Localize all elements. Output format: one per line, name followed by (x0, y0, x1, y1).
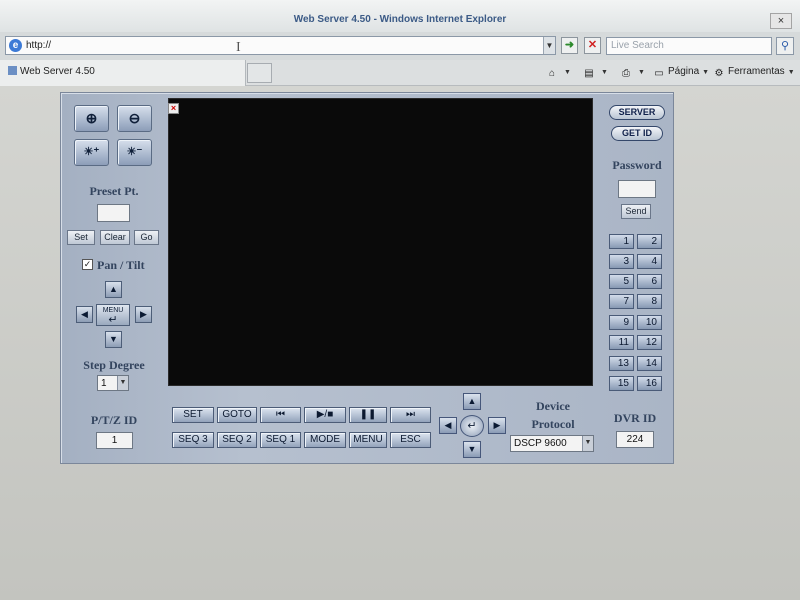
ctrl-play-stop-button[interactable]: ▶/■ (304, 407, 346, 423)
get-id-button[interactable]: GET ID (611, 126, 663, 141)
step-degree-label: Step Degree (83, 358, 145, 372)
video-close-icon[interactable]: × (168, 103, 179, 114)
channel-12-button[interactable]: 12 (637, 335, 662, 350)
preset-set-button[interactable]: Set (67, 230, 95, 245)
ctrl-set-button[interactable]: SET (172, 407, 214, 423)
ctrl-goto-button[interactable]: GOTO (217, 407, 257, 423)
channel-7-button[interactable]: 7 (609, 294, 634, 309)
brightness-up-button[interactable]: ☀⁺ (74, 139, 109, 166)
go-button[interactable]: ➜ (561, 37, 578, 54)
ptz-id-label: P/T/Z ID (90, 413, 138, 427)
channel-3-button[interactable]: 3 (609, 254, 634, 269)
home-button[interactable]: ⌂ ▼ (546, 66, 571, 80)
channel-14-button[interactable]: 14 (637, 356, 662, 371)
pan-right-button[interactable]: ▶ (135, 306, 152, 323)
pan-down-button[interactable]: ▼ (105, 331, 122, 348)
channel-16-button[interactable]: 16 (637, 376, 662, 391)
channel-4-button[interactable]: 4 (637, 254, 662, 269)
page-menu-label: Página (668, 66, 700, 77)
rss-icon: ▤ (584, 68, 594, 79)
page-favicon-icon (8, 66, 17, 75)
channel-11-button[interactable]: 11 (609, 335, 634, 350)
dpad-up-button[interactable]: ▲ (463, 393, 481, 410)
channel-6-button[interactable]: 6 (637, 274, 662, 289)
brightness-down-button[interactable]: ☀⁻ (117, 139, 152, 166)
enter-icon: ↵ (108, 314, 118, 326)
ctrl-fast-forward-button[interactable]: ⏭ (390, 407, 431, 423)
tab-label: Web Server 4.50 (20, 66, 95, 77)
ie-page-icon: e (9, 39, 22, 52)
ctrl-rewind-button[interactable]: ⏮ (260, 407, 301, 423)
channel-13-button[interactable]: 13 (609, 356, 634, 371)
ctrl-menu-button[interactable]: MENU (349, 432, 387, 448)
preset-input[interactable] (97, 204, 130, 222)
channel-2-button[interactable]: 2 (637, 234, 662, 249)
protocol-select[interactable]: DSCP 9600 ▼ (510, 435, 594, 452)
pan-menu-enter-button[interactable]: MENU ↵ (96, 304, 130, 326)
dpad-down-button[interactable]: ▼ (463, 441, 481, 458)
channel-9-button[interactable]: 9 (609, 315, 634, 330)
text-cursor-icon: I (236, 40, 241, 55)
print-button[interactable]: ⎙ ▼ (620, 66, 645, 80)
server-button[interactable]: SERVER (609, 105, 665, 120)
stop-button[interactable]: ✕ (584, 37, 601, 54)
ctrl-pause-button[interactable]: ❚❚ (349, 407, 387, 423)
dpad-enter-button[interactable]: ↵ (460, 415, 484, 437)
preset-clear-button[interactable]: Clear (100, 230, 130, 245)
chevron-down-icon: ▼ (117, 376, 128, 390)
pan-tilt-label: Pan / Tilt (97, 258, 145, 272)
ctrl-esc-button[interactable]: ESC (390, 432, 431, 448)
channel-1-button[interactable]: 1 (609, 234, 634, 249)
ptz-id-input[interactable]: 1 (96, 432, 133, 449)
page-menu[interactable]: ▭ Página ▼ (653, 66, 709, 80)
pan-tilt-checkbox[interactable]: ✓ (82, 259, 93, 270)
send-button[interactable]: Send (621, 204, 651, 219)
preset-go-button[interactable]: Go (134, 230, 159, 245)
pan-left-button[interactable]: ◀ (76, 306, 93, 323)
protocol-label: Protocol (531, 417, 575, 431)
zoom-out-button[interactable]: ⊖ (117, 105, 152, 132)
preset-label: Preset Pt. (89, 184, 139, 198)
address-url[interactable]: http:// (26, 40, 51, 51)
new-tab-button[interactable] (247, 63, 272, 83)
tools-menu-label: Ferramentas (728, 66, 785, 77)
window-titlebar: Web Server 4.50 - Windows Internet Explo… (0, 0, 800, 32)
channel-5-button[interactable]: 5 (609, 274, 634, 289)
device-label: Device (536, 399, 570, 413)
channel-8-button[interactable]: 8 (637, 294, 662, 309)
address-bar[interactable]: e http:// ▼ (5, 36, 556, 55)
ctrl-seq1-button[interactable]: SEQ 1 (260, 432, 301, 448)
step-degree-value: 1 (101, 378, 107, 389)
ctrl-seq3-button[interactable]: SEQ 3 (172, 432, 214, 448)
tab-web-server[interactable]: Web Server 4.50 (0, 60, 246, 86)
ctrl-seq2-button[interactable]: SEQ 2 (217, 432, 257, 448)
password-input[interactable] (618, 180, 656, 198)
tools-menu[interactable]: ⚙ Ferramentas ▼ (713, 66, 795, 80)
home-icon: ⌂ (548, 68, 556, 79)
video-display (168, 98, 593, 386)
password-label: Password (612, 158, 662, 172)
window-close-button[interactable]: × (770, 13, 792, 29)
dpad-right-button[interactable]: ▶ (488, 417, 506, 434)
dvr-id-label: DVR ID (613, 411, 657, 425)
print-icon: ⎙ (622, 68, 630, 79)
zoom-in-button[interactable]: ⊕ (74, 105, 109, 132)
channel-10-button[interactable]: 10 (637, 315, 662, 330)
window-title: Web Server 4.50 - Windows Internet Explo… (293, 14, 507, 25)
chevron-down-icon: ▼ (582, 436, 593, 451)
protocol-value: DSCP 9600 (514, 438, 567, 449)
search-icon[interactable]: ⚲ (776, 37, 794, 55)
address-dropdown-icon[interactable]: ▼ (543, 37, 555, 54)
ctrl-mode-button[interactable]: MODE (304, 432, 346, 448)
step-degree-select[interactable]: 1 ▼ (97, 375, 129, 391)
channel-15-button[interactable]: 15 (609, 376, 634, 391)
page-icon: ▭ (654, 68, 664, 79)
gear-icon: ⚙ (714, 68, 724, 79)
dvr-id-input[interactable]: 224 (616, 431, 654, 448)
dpad-left-button[interactable]: ◀ (439, 417, 457, 434)
pan-up-button[interactable]: ▲ (105, 281, 122, 298)
feeds-button[interactable]: ▤ ▼ (583, 66, 608, 80)
search-input[interactable]: Live Search (606, 37, 772, 55)
